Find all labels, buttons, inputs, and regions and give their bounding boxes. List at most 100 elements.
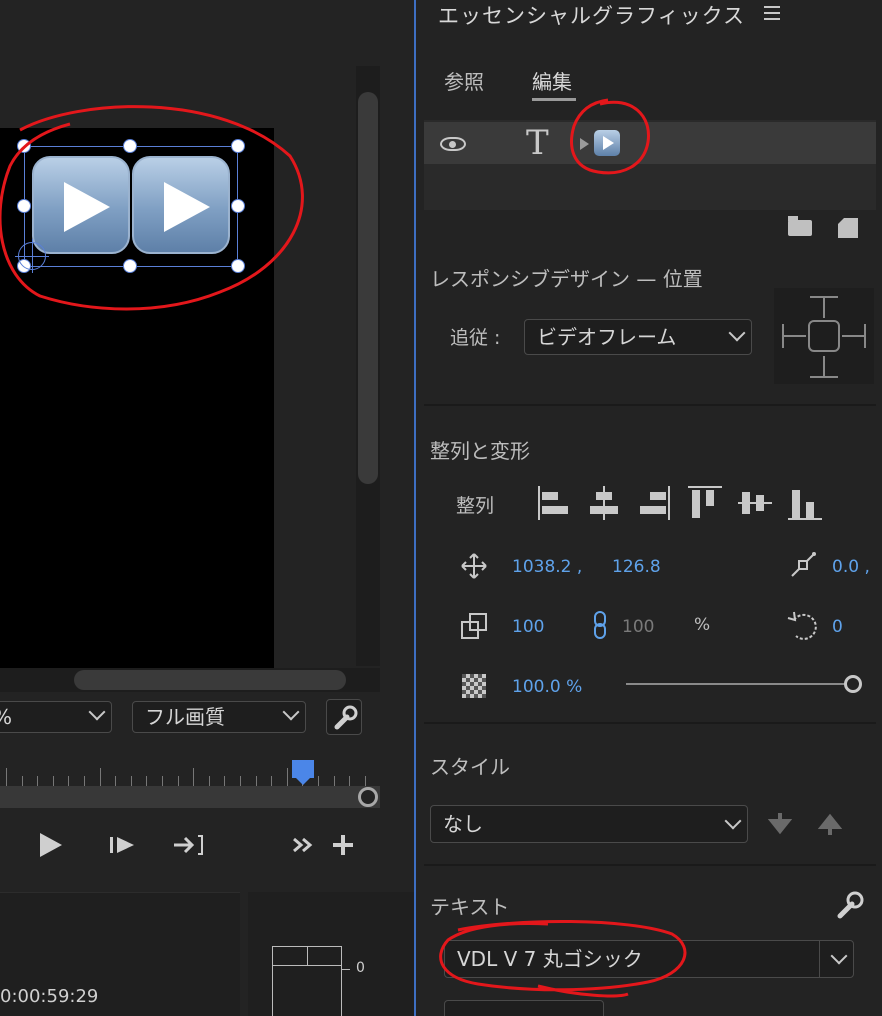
wrench-icon[interactable] bbox=[832, 888, 866, 922]
horizontal-scrollbar-thumb[interactable] bbox=[74, 670, 346, 690]
timeline-ruler[interactable] bbox=[0, 756, 380, 786]
pull-style-up-icon[interactable] bbox=[818, 811, 842, 837]
pin-bottom-line[interactable] bbox=[823, 356, 825, 378]
new-layer-icon[interactable] bbox=[838, 218, 858, 238]
eye-visibility-icon[interactable] bbox=[440, 137, 466, 151]
chevron-down-icon bbox=[282, 703, 300, 721]
style-title: スタイル bbox=[430, 755, 510, 779]
time-navigator-end-handle[interactable] bbox=[358, 787, 378, 807]
anchor-x-value[interactable]: 0.0 , bbox=[832, 557, 870, 577]
ruler-tick bbox=[146, 776, 148, 786]
push-style-down-icon[interactable] bbox=[768, 811, 792, 837]
meter-tick bbox=[342, 969, 350, 970]
pin-to-edges-control[interactable] bbox=[774, 288, 874, 384]
position-y-value[interactable]: 126.8 bbox=[612, 557, 661, 577]
tab-edit[interactable]: 編集 bbox=[532, 66, 572, 95]
follow-dropdown[interactable]: ビデオフレーム bbox=[524, 319, 752, 355]
audio-meter bbox=[272, 946, 342, 1016]
align-left-icon[interactable] bbox=[538, 486, 570, 520]
align-top-icon[interactable] bbox=[688, 486, 722, 520]
rotation-value[interactable]: 0 bbox=[832, 617, 843, 637]
vertical-scrollbar-thumb[interactable] bbox=[358, 92, 378, 484]
ruler-tick bbox=[177, 776, 179, 786]
meter-zero-label: 0 bbox=[356, 960, 365, 976]
timecode-display[interactable]: 0:00:59:29 bbox=[0, 986, 98, 1007]
time-navigator-bar[interactable] bbox=[0, 786, 380, 808]
ruler-tick bbox=[21, 776, 23, 786]
pin-center-square bbox=[808, 320, 840, 352]
ruler-tick bbox=[193, 768, 195, 786]
style-dropdown[interactable]: なし bbox=[430, 805, 748, 843]
play-icon[interactable] bbox=[38, 830, 66, 860]
ruler-tick bbox=[84, 776, 85, 786]
opacity-checker-icon bbox=[462, 674, 486, 698]
pin-right-cap bbox=[864, 324, 866, 348]
quality-value: フル画質 bbox=[145, 705, 225, 729]
chevron-down-icon bbox=[88, 703, 106, 721]
pin-top-line[interactable] bbox=[823, 296, 825, 318]
position-x-value[interactable]: 1038.2 , bbox=[512, 557, 582, 577]
follow-value: ビデオフレーム bbox=[537, 325, 677, 349]
zoom-dropdown[interactable]: % bbox=[0, 701, 112, 733]
app-root: % フル画質 bbox=[0, 0, 882, 1016]
ruler-tick bbox=[130, 776, 132, 786]
chevron-down-icon bbox=[728, 324, 746, 342]
rotation-icon bbox=[787, 611, 817, 640]
position-move-icon bbox=[461, 553, 487, 579]
pin-bottom-cap bbox=[810, 376, 838, 378]
wrench-icon bbox=[334, 705, 358, 730]
ruler-tick bbox=[115, 776, 117, 786]
ruler-tick bbox=[318, 776, 319, 786]
align-right-icon[interactable] bbox=[638, 486, 670, 520]
scale-linked-value: 100 bbox=[622, 617, 655, 637]
align-vertical-center-icon[interactable] bbox=[738, 486, 772, 520]
panel-title: エッセンシャルグラフィックス bbox=[438, 4, 745, 28]
link-chain-icon[interactable] bbox=[592, 610, 608, 640]
ruler-tick bbox=[333, 776, 335, 786]
opacity-slider-track[interactable] bbox=[626, 683, 852, 685]
align-transform-title: 整列と変形 bbox=[430, 439, 530, 463]
chevron-down-icon bbox=[724, 812, 742, 830]
red-annotation-circle bbox=[570, 98, 650, 175]
follow-label: 追従 : bbox=[450, 327, 501, 349]
pin-left-line[interactable] bbox=[784, 335, 806, 337]
step-forward-icon[interactable] bbox=[108, 830, 138, 860]
ruler-tick bbox=[240, 776, 241, 786]
percent-label: % bbox=[694, 615, 711, 635]
scale-value[interactable]: 100 bbox=[512, 617, 544, 637]
essential-graphics-panel: エッセンシャルグラフィックス 参照 編集 T レスポンシブデザイン — 位置 追… bbox=[416, 0, 882, 1016]
ruler-tick bbox=[349, 776, 351, 786]
quality-dropdown[interactable]: フル画質 bbox=[132, 701, 306, 733]
pin-right-line[interactable] bbox=[842, 335, 864, 337]
go-to-out-icon[interactable] bbox=[172, 830, 206, 860]
opacity-value[interactable]: 100.0 % bbox=[512, 677, 582, 697]
ruler-tick bbox=[37, 776, 39, 786]
align-label: 整列 bbox=[456, 495, 495, 517]
panel-menu-icon[interactable] bbox=[764, 6, 780, 20]
align-bottom-icon[interactable] bbox=[788, 486, 822, 520]
ruler-tick bbox=[271, 776, 273, 786]
responsive-design-title: レスポンシブデザイン — 位置 bbox=[430, 267, 703, 291]
program-monitor: % フル画質 bbox=[0, 0, 414, 1016]
chevron-down-icon bbox=[830, 947, 848, 965]
ruler-tick bbox=[52, 776, 54, 786]
font-style-dropdown[interactable] bbox=[444, 1000, 604, 1016]
tab-browse[interactable]: 参照 bbox=[444, 66, 484, 95]
settings-wrench-button[interactable] bbox=[326, 699, 362, 735]
ruler-tick bbox=[208, 776, 210, 786]
ruler-tick bbox=[255, 776, 257, 786]
text-layer-icon: T bbox=[526, 123, 549, 163]
pin-top-cap bbox=[810, 296, 838, 298]
more-controls-icon[interactable] bbox=[290, 830, 318, 860]
style-value: なし bbox=[443, 812, 483, 836]
ruler-tick bbox=[364, 776, 366, 786]
add-button-icon[interactable] bbox=[330, 830, 356, 860]
align-horizontal-center-icon[interactable] bbox=[588, 486, 620, 520]
playhead-marker[interactable] bbox=[292, 760, 314, 785]
scale-icon bbox=[461, 613, 487, 639]
red-annotation-circle bbox=[0, 105, 304, 311]
ruler-tick bbox=[99, 768, 101, 786]
opacity-slider-knob[interactable] bbox=[844, 675, 862, 693]
new-group-folder-icon[interactable] bbox=[788, 216, 812, 236]
section-divider bbox=[424, 864, 876, 866]
